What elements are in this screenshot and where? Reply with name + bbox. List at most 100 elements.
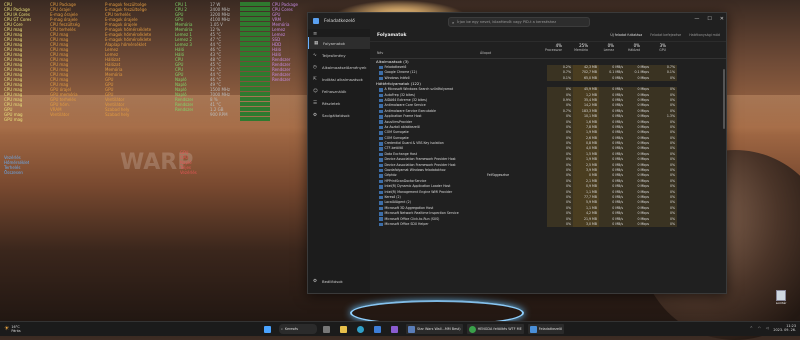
speaker-icon[interactable]: ◁ [766,326,769,330]
performance-icon: ∿ [313,52,317,58]
process-icon [379,212,383,216]
disk-cell: 0 MB/s [599,75,625,82]
scrollbar[interactable] [723,69,725,129]
edge-button[interactable] [355,324,368,334]
weather-widget[interactable]: ☀ 16°C Párás [4,325,21,333]
column-cpu[interactable]: 4% Processzor [538,42,564,58]
net-cell: 0 Mbps [625,75,651,82]
title-bar[interactable]: Feladatkezelő ⌕ Írjon be egy nevet, közz… [308,13,726,29]
process-icon [379,222,383,227]
startup-icon: ⇱ [313,76,317,82]
process-icon [379,109,383,114]
store-button[interactable] [372,324,385,334]
column-status[interactable]: Állapot [478,42,538,58]
minimize-icon[interactable]: — [694,16,699,22]
process-icon [379,131,383,135]
column-gpu[interactable]: 3% GPU [642,42,668,58]
folder-icon [340,325,347,333]
cpu-cell: 0% [547,221,573,228]
sidebar-item-5[interactable]: ☰ Részletek [308,97,370,109]
processes-panel: Folyamatok Új feladat futtatása Feladat … [370,29,726,293]
close-icon[interactable]: ✕ [720,16,724,22]
process-icon [379,71,383,75]
column-network[interactable]: 0% Hálózat [616,42,642,58]
sidebar-item-label: Alkalmazáselőzmények [322,64,367,70]
taskbar-center: ⌕ Keresés Star Wars Wall...MM Best) HENG… [262,324,564,334]
overlay-bottom-left: Vezérlés Hőmérséklet Terhelés Összesen [4,155,29,175]
sidebar-item-label: Teljesítmény [322,52,346,58]
column-memory[interactable]: 25% Memória [564,42,590,58]
task-manager-icon [529,325,537,333]
file-explorer-button[interactable] [338,324,351,334]
disk-cell: 0 MB/s [599,221,625,228]
sidebar-item-6[interactable]: ⚙ Szolgáltatások [308,109,370,121]
process-icon [379,190,383,195]
overlay-line: 900 RPM [210,112,228,117]
chevron-up-icon[interactable]: ^ [750,326,753,330]
table-row[interactable]: Windows Intéző 0.1% 65,0 MB 0 MB/s 0 Mbps 0% [370,75,726,82]
sidebar-item-label: Beállítások [322,278,343,284]
weather-desc: Párás [11,329,21,333]
search-box[interactable]: ⌕ Írjon be egy nevet, közzétevőt vagy PI… [448,17,590,27]
process-icon [379,125,383,130]
search-icon: ⌕ [452,19,455,25]
process-list: Alkalmazások (3) Feladatkezelő 0.2% 42,3 M… [370,59,726,228]
process-name: Microsoft Office SDX Helper [384,221,429,226]
status-cell [487,76,547,81]
process-icon [379,98,383,103]
process-icon [379,142,383,146]
end-task-button[interactable]: Feladat befejezése [650,33,681,37]
taskbar-app-2[interactable]: Feladatkezelő [527,324,564,334]
details-icon: ☰ [313,100,318,106]
process-icon [379,136,383,141]
task-view-icon [323,325,330,333]
clock[interactable]: 11:23 2023. 09. 26. [773,324,796,332]
maximize-icon[interactable]: ☐ [707,16,711,22]
task-manager-app-icon [313,18,319,24]
start-button[interactable] [262,324,275,334]
task-view-button[interactable] [321,324,334,334]
history-icon: ◷ [313,64,317,70]
taskbar-app-0[interactable]: Star Wars Wall...MM Best) [406,324,463,334]
taskbar: ☀ 16°C Párás ⌕ Keresés Star Wars Wall...… [0,321,800,336]
overlay-line: Vezérlés [180,170,197,175]
overlay-bottom-right: GPU CPU Napló Teljes Vezérlés [180,150,197,175]
chrome-icon [468,325,476,333]
sidebar-item-settings[interactable]: ⚙ Beállítások [308,275,370,287]
taskbar-app-1[interactable]: HENGDA feltöltés WTF ME [466,324,524,334]
column-disk[interactable]: 0% Lemez [590,42,616,58]
process-icon [379,158,383,162]
sidebar-item-1[interactable]: ∿ Teljesítmény [308,49,370,61]
process-icon [379,179,383,184]
app-icon [408,325,415,333]
taskbar-search-label: Keresés [284,327,299,331]
column-name[interactable]: Név [370,42,478,58]
sidebar-item-label: Részletek [322,100,341,106]
system-tray: ^ ◠ ◁ 11:23 2023. 09. 26. [750,324,796,332]
search-placeholder[interactable]: Írjon be egy nevet, közzétevőt vagy PID-… [457,20,556,24]
process-icon [379,174,383,178]
overlay-col-2: CPU Package CPU órajel E-mag órajele P-mag … [50,2,80,117]
edge-icon [357,325,364,333]
table-row[interactable]: Microsoft Office SDX Helper 0% 3,0 MB 0 MB/… [370,221,726,228]
sidebar-item-0[interactable]: ▦ Folyamatok [308,37,370,49]
windows-logo-icon [264,325,271,333]
window-title: Feladatkezelő [324,18,355,24]
recycle-bin[interactable]: Lomtár [774,290,788,305]
page-title: Folyamatok [377,32,407,38]
taskbar-search[interactable]: ⌕ Keresés [279,324,317,334]
sidebar-item-4[interactable]: ☺ Felhasználók [308,85,370,97]
store-icon [374,325,381,333]
overlay-col-6: CPU Package CPU Cores GPU VRM Memória Lemez Le… [272,2,298,82]
process-icon [379,93,383,97]
recycle-bin-icon [776,290,786,301]
sidebar-item-2[interactable]: ◷ Alkalmazáselőzmények [308,61,370,73]
efficiency-mode-button[interactable]: Hatékonysági mód [689,33,720,37]
overlay-col-5: 17 W 2400 MHz 3200 MHz 4100 MHz 1.05 V 12 % 45… [210,2,230,117]
window-controls: — ☐ ✕ [694,16,724,22]
photos-button[interactable] [389,324,402,334]
sidebar-item-3[interactable]: ⇱ Indítási alkalmazások [308,73,370,85]
run-new-task-button[interactable]: Új feladat futtatása [610,33,642,37]
task-manager-window[interactable]: Feladatkezelő ⌕ Írjon be egy nevet, közz… [307,12,727,294]
wifi-icon[interactable]: ◠ [758,326,761,330]
